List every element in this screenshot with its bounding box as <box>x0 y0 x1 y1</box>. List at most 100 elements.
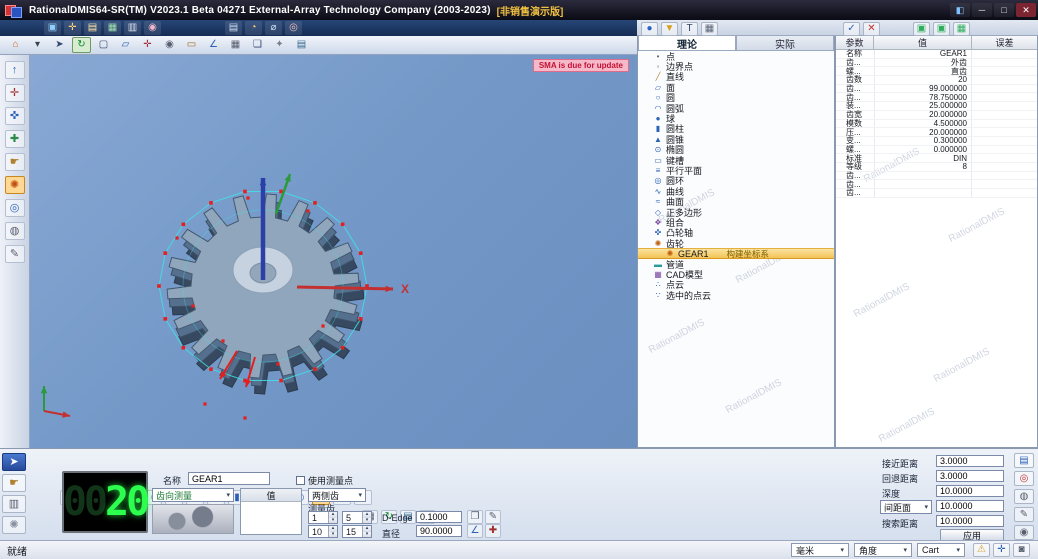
lock-status-icon[interactable]: ◙ <box>1013 543 1030 557</box>
titlebar: RationalDMIS64-SR(TM) V2023.1 Beta 04271… <box>0 0 1038 20</box>
stepper-down-icon[interactable] <box>363 517 371 523</box>
marquee-icon[interactable]: ▢ <box>94 37 113 53</box>
dedge-input[interactable] <box>416 511 462 523</box>
edit-feature-icon[interactable]: ✎ <box>4 245 25 263</box>
edit-icon[interactable]: ✎ <box>485 510 501 524</box>
report-small-icon[interactable]: ▤ <box>1014 453 1034 468</box>
value-table[interactable]: 值 <box>240 488 302 535</box>
sma-update-badge[interactable]: SMA is due for update <box>532 59 629 72</box>
warning-icon[interactable]: ⚠ <box>973 543 990 557</box>
approach-input[interactable] <box>936 455 1004 467</box>
caliper-icon[interactable]: ▥ <box>2 495 26 513</box>
param-header-value[interactable]: 值 <box>874 36 972 50</box>
menu-icons-left: ▣ ✛ ▤ ▦ ▥ ◉ <box>44 20 161 36</box>
probe-hit-icon[interactable]: ✛ <box>138 37 157 53</box>
machine-link-icon[interactable]: ▣ <box>933 21 950 36</box>
depth-input[interactable] <box>936 485 1004 497</box>
stepper-down-icon[interactable] <box>329 531 337 537</box>
dropdown-caret-icon[interactable]: ▾ <box>28 37 47 53</box>
tooth-side-select[interactable]: 两侧齿 <box>308 488 366 502</box>
plane-icon[interactable]: ▱ <box>116 37 135 53</box>
settings-icon[interactable]: ✦ <box>270 37 289 53</box>
param-table: RationalDMIS RationalDMIS RationalDMIS R… <box>836 49 1037 446</box>
spacing-input[interactable] <box>936 500 1004 512</box>
angle-small-icon[interactable]: ∠ <box>467 524 483 538</box>
gear-name-input[interactable] <box>188 472 270 485</box>
probe-point-icon[interactable]: ✛ <box>4 84 25 102</box>
maximize-button[interactable]: □ <box>994 3 1014 17</box>
approach-label: 接近距离 <box>882 459 919 469</box>
sphere-tool-icon[interactable]: ● <box>641 21 658 36</box>
diameter-input[interactable] <box>416 525 462 537</box>
coordinate-select[interactable]: Cart <box>917 543 965 557</box>
viewport-3d[interactable]: X SMA is due for update <box>30 55 637 448</box>
open-icon[interactable]: ▤ <box>84 21 101 35</box>
probe-auto-icon[interactable]: ✚ <box>4 130 25 148</box>
stepper-down-icon[interactable] <box>329 517 337 523</box>
retract-input[interactable] <box>936 470 1004 482</box>
printer-icon[interactable]: ▥ <box>124 21 141 35</box>
cad-port-icon[interactable]: ▦ <box>953 21 970 36</box>
camera-view-icon[interactable]: ◉ <box>160 37 179 53</box>
report-icon[interactable]: ▤ <box>225 21 242 35</box>
grid-icon[interactable]: ▦ <box>226 37 245 53</box>
refresh-icon[interactable]: ↻ <box>72 37 91 53</box>
hand-probe-icon[interactable]: ☛ <box>4 153 25 171</box>
camera-icon[interactable]: ◉ <box>144 21 161 35</box>
home-icon[interactable]: ⌂ <box>6 37 25 53</box>
filter-icon[interactable]: ▼ <box>661 21 678 36</box>
stepper-down-icon[interactable] <box>363 531 371 537</box>
select-cursor-icon[interactable]: ➤ <box>50 37 69 53</box>
use-measure-points-checkbox[interactable]: 使用测量点 <box>296 474 353 487</box>
search-input[interactable] <box>936 515 1004 527</box>
minimize-button[interactable]: ─ <box>972 3 992 17</box>
zoom-small-icon[interactable]: ◍ <box>1014 489 1034 504</box>
window-style-icon[interactable]: ◧ <box>950 3 970 17</box>
close-button[interactable]: ✕ <box>1016 3 1036 17</box>
probe-status-icon[interactable]: ✛ <box>993 543 1010 557</box>
grid-tool-icon[interactable]: ▦ <box>701 21 718 36</box>
machine-icon[interactable]: ▣ <box>44 21 61 35</box>
label-tool-icon[interactable]: T <box>681 21 698 36</box>
edit-small-icon[interactable]: ✎ <box>1014 507 1034 522</box>
target-small-icon[interactable]: ◎ <box>1014 471 1034 486</box>
tooth-step-stepper[interactable]: 5 <box>342 511 372 524</box>
scan-icon[interactable]: ◎ <box>4 199 25 217</box>
tooth-start-stepper[interactable]: 1 <box>308 511 338 524</box>
ruler-icon[interactable]: ▭ <box>182 37 201 53</box>
tooth-count-stepper[interactable]: 10 <box>308 525 338 538</box>
measure-direction-select[interactable]: 齿向测量 <box>152 488 234 502</box>
param-value: 78.750000 <box>874 93 972 102</box>
probe-icon[interactable]: ✛ <box>64 21 81 35</box>
confirm-check-icon[interactable]: ✓ <box>843 21 860 36</box>
dmis-monitor-icon[interactable]: ▣ <box>913 21 930 36</box>
copy-icon[interactable]: ❐ <box>467 510 483 524</box>
hand-mode-icon[interactable]: ☛ <box>2 474 26 492</box>
report-doc-icon[interactable]: ▤ <box>292 37 311 53</box>
target-icon[interactable]: ◎ <box>285 21 302 35</box>
tooth-end-stepper[interactable]: 15 <box>342 525 372 538</box>
spacing-mode-select[interactable]: 间距面 <box>880 500 932 514</box>
camera-small-icon[interactable]: ◉ <box>1014 525 1034 540</box>
tab-actual[interactable]: 实际 <box>736 36 834 51</box>
clipboard-icon[interactable]: ❏ <box>248 37 267 53</box>
param-header-error[interactable]: 误差 <box>972 36 1037 50</box>
up-arrow-icon[interactable]: ↑ <box>4 61 25 79</box>
tree-item-selected-point-cloud[interactable]: ∵ 选中的点云 <box>638 290 834 301</box>
checkbox-box[interactable] <box>296 476 305 485</box>
probe-mode-icon[interactable]: ➤ <box>2 453 26 471</box>
angle-select[interactable]: 角度 <box>854 543 912 557</box>
magnifier-icon[interactable]: ◍ <box>4 222 25 240</box>
angle-icon[interactable]: ∠ <box>204 37 223 53</box>
units-select[interactable]: 毫米 <box>791 543 849 557</box>
tool-setup-icon[interactable]: ✺ <box>2 516 26 534</box>
gauge-icon[interactable]: ◔ <box>245 21 262 35</box>
probe-add-icon[interactable]: ✚ <box>485 524 501 538</box>
gear-measure-icon[interactable]: ✺ <box>4 176 25 194</box>
probe-vector-icon[interactable]: ✜ <box>4 107 25 125</box>
tab-theory[interactable]: 理论 <box>638 36 736 51</box>
diameter-icon[interactable]: ⌀ <box>265 21 282 35</box>
cancel-x-icon[interactable]: ✕ <box>863 21 880 36</box>
param-row[interactable]: 齿... <box>836 188 1037 198</box>
save-icon[interactable]: ▦ <box>104 21 121 35</box>
